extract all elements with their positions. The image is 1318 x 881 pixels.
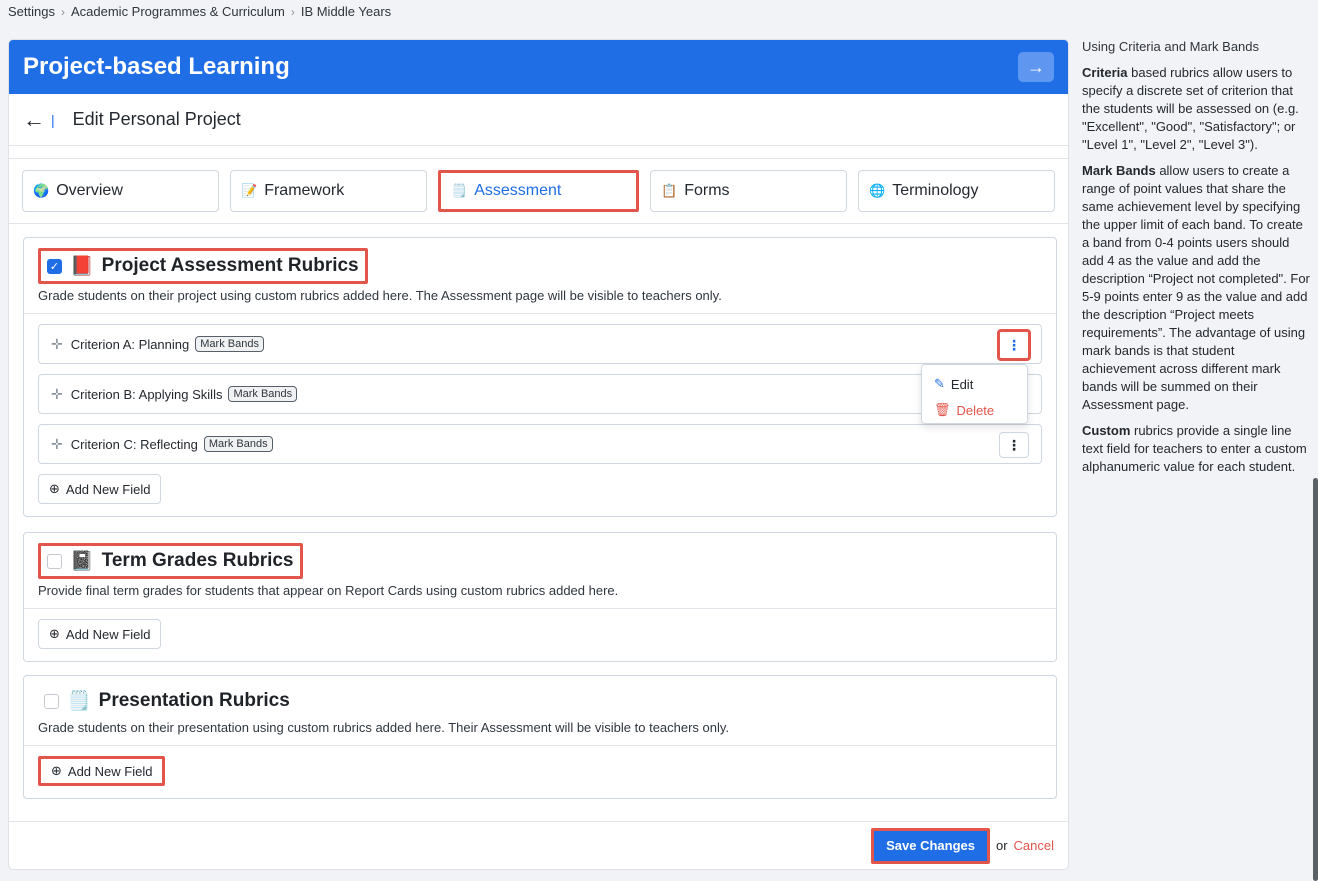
divider: | — [51, 111, 55, 128]
globe-icon: 🌐 — [869, 183, 886, 198]
more-options-icon[interactable]: ⋮ — [997, 329, 1031, 361]
section-description: Grade students on their presentation usi… — [38, 720, 730, 735]
tab-forms[interactable]: 📋 Forms — [650, 170, 847, 212]
chevron-right-icon: › — [290, 4, 295, 19]
subheader-title: Edit Personal Project — [72, 109, 241, 129]
section-title: ✓ 📕 Project Assessment Rubrics — [38, 248, 368, 284]
help-text: allow users to create a range of point v… — [1082, 163, 1310, 412]
add-field-label: Add New Field — [65, 481, 151, 497]
page-header: Project-based Learning → — [9, 40, 1068, 94]
plus-circle-icon: ⊕ — [49, 626, 60, 641]
more-options-icon[interactable]: ⋮ — [999, 432, 1029, 458]
plus-circle-icon: ⊕ — [51, 763, 62, 778]
tab-overview[interactable]: 🌍 Overview — [22, 170, 219, 212]
clipboard-icon: 📋 — [661, 183, 678, 198]
trash-icon: 🗑 — [934, 402, 951, 417]
breadcrumb-academic[interactable]: Academic Programmes & Curriculum — [71, 4, 285, 19]
section-title-text: Term Grades Rubrics — [101, 550, 294, 571]
drag-handle-icon[interactable]: ✛ — [51, 436, 63, 453]
drag-handle-icon[interactable]: ✛ — [51, 336, 63, 353]
tab-bar: 🌍 Overview 📝 Framework 🗒️ Assessment 📋 Forms… — [9, 158, 1068, 224]
section-body: ⊕ Add New Field — [24, 745, 1056, 798]
list-item[interactable]: ✛ Criterion C: Reflecting Mark Bands ⋮ — [38, 424, 1042, 464]
notebook-icon: 📓 — [70, 551, 94, 572]
section-checkbox[interactable] — [47, 553, 62, 569]
help-bold: Mark Bands — [1082, 163, 1156, 178]
arrow-right-icon[interactable]: → — [1018, 52, 1054, 82]
chevron-right-icon: › — [60, 4, 65, 19]
edit-menu-item[interactable]: ✎ Edit — [922, 371, 1027, 397]
help-mark-bands: Mark Bands allow users to create a range… — [1082, 162, 1310, 414]
section-title-text: Project Assessment Rubrics — [101, 255, 359, 276]
mark-bands-badge: Mark Bands — [228, 386, 298, 402]
subheader: ← | Edit Personal Project — [9, 94, 1068, 146]
breadcrumb-ib[interactable]: IB Middle Years — [301, 4, 391, 19]
section-title: 🗒️ Presentation Rubrics — [38, 686, 296, 716]
section-presentation: 🗒️ Presentation Rubrics Grade students o… — [23, 675, 1057, 799]
cancel-link[interactable]: Cancel — [1014, 838, 1054, 853]
criterion-label: Criterion C: Reflecting — [70, 436, 198, 452]
help-criteria: Criteria based rubrics allow users to sp… — [1082, 64, 1310, 154]
mark-bands-badge: Mark Bands — [203, 436, 273, 452]
list-item[interactable]: ✛ Criterion B: Applying Skills Mark Band… — [38, 374, 1042, 414]
section-description: Grade students on their project using cu… — [38, 288, 722, 303]
criteria-list: ✛ Criterion A: Planning Mark Bands ⋮ ✛ C… — [24, 313, 1056, 516]
criterion-label: Criterion A: Planning — [70, 336, 190, 352]
tab-label: Assessment — [474, 182, 562, 199]
breadcrumb-settings[interactable]: Settings — [8, 4, 55, 19]
back-arrow-icon[interactable]: ← — [23, 107, 45, 133]
notepad-icon: 🗒️ — [67, 691, 91, 712]
section-term-grades: 📓 Term Grades Rubrics Provide final term… — [23, 532, 1057, 662]
main-panel: Project-based Learning → ← | Edit Person… — [8, 39, 1069, 870]
help-bold: Custom — [1082, 423, 1131, 438]
options-dropdown: ✎ Edit 🗑 Delete — [921, 364, 1028, 424]
mark-bands-badge: Mark Bands — [195, 336, 264, 352]
tab-framework[interactable]: 📝 Framework — [230, 170, 427, 212]
section-checkbox[interactable]: ✓ — [47, 258, 62, 274]
tab-label: Framework — [264, 182, 345, 199]
delete-label: Delete — [956, 402, 995, 418]
drag-handle-icon[interactable]: ✛ — [51, 386, 63, 403]
delete-menu-item[interactable]: 🗑 Delete — [922, 397, 1027, 423]
help-bold: Criteria — [1082, 65, 1128, 80]
add-new-field-button[interactable]: ⊕ Add New Field — [38, 619, 162, 649]
add-field-label: Add New Field — [65, 626, 151, 642]
add-new-field-button[interactable]: ⊕ Add New Field — [38, 756, 166, 786]
help-panel: Using Criteria and Mark Bands Criteria b… — [1082, 38, 1310, 484]
section-description: Provide final term grades for students t… — [38, 583, 619, 598]
tab-assessment[interactable]: 🗒️ Assessment — [438, 170, 639, 212]
section-body: ⊕ Add New Field — [24, 608, 1056, 661]
list-item[interactable]: ✛ Criterion A: Planning Mark Bands ⋮ — [38, 324, 1042, 364]
book-icon: 📕 — [70, 256, 94, 277]
section-project-assessment: ✓ 📕 Project Assessment Rubrics Grade stu… — [23, 237, 1057, 517]
add-new-field-button[interactable]: ⊕ Add New Field — [38, 474, 162, 504]
section-title-text: Presentation Rubrics — [98, 690, 290, 711]
plus-circle-icon: ⊕ — [49, 481, 60, 496]
page-title: Project-based Learning — [23, 53, 290, 80]
breadcrumb: Settings › Academic Programmes & Curricu… — [8, 4, 391, 19]
help-title: Using Criteria and Mark Bands — [1082, 39, 1260, 54]
or-text: or — [995, 838, 1008, 853]
add-field-label: Add New Field — [67, 763, 153, 779]
notepad-icon: 🗒️ — [451, 183, 468, 198]
help-custom: Custom rubrics provide a single line tex… — [1082, 422, 1310, 476]
memo-icon: 📝 — [241, 183, 258, 198]
save-button[interactable]: Save Changes — [871, 827, 990, 864]
section-title: 📓 Term Grades Rubrics — [38, 543, 303, 579]
section-checkbox[interactable] — [44, 693, 59, 709]
form-footer: Save Changes or Cancel — [9, 821, 1068, 869]
tab-label: Forms — [684, 182, 730, 199]
scrollbar[interactable] — [1313, 478, 1318, 881]
tab-terminology[interactable]: 🌐 Terminology — [858, 170, 1055, 212]
pencil-icon: ✎ — [934, 376, 945, 391]
criterion-label: Criterion B: Applying Skills — [70, 386, 223, 402]
tab-label: Terminology — [892, 182, 979, 199]
globe-icon: 🌍 — [33, 183, 50, 198]
edit-label: Edit — [950, 376, 974, 392]
tab-label: Overview — [56, 182, 123, 199]
